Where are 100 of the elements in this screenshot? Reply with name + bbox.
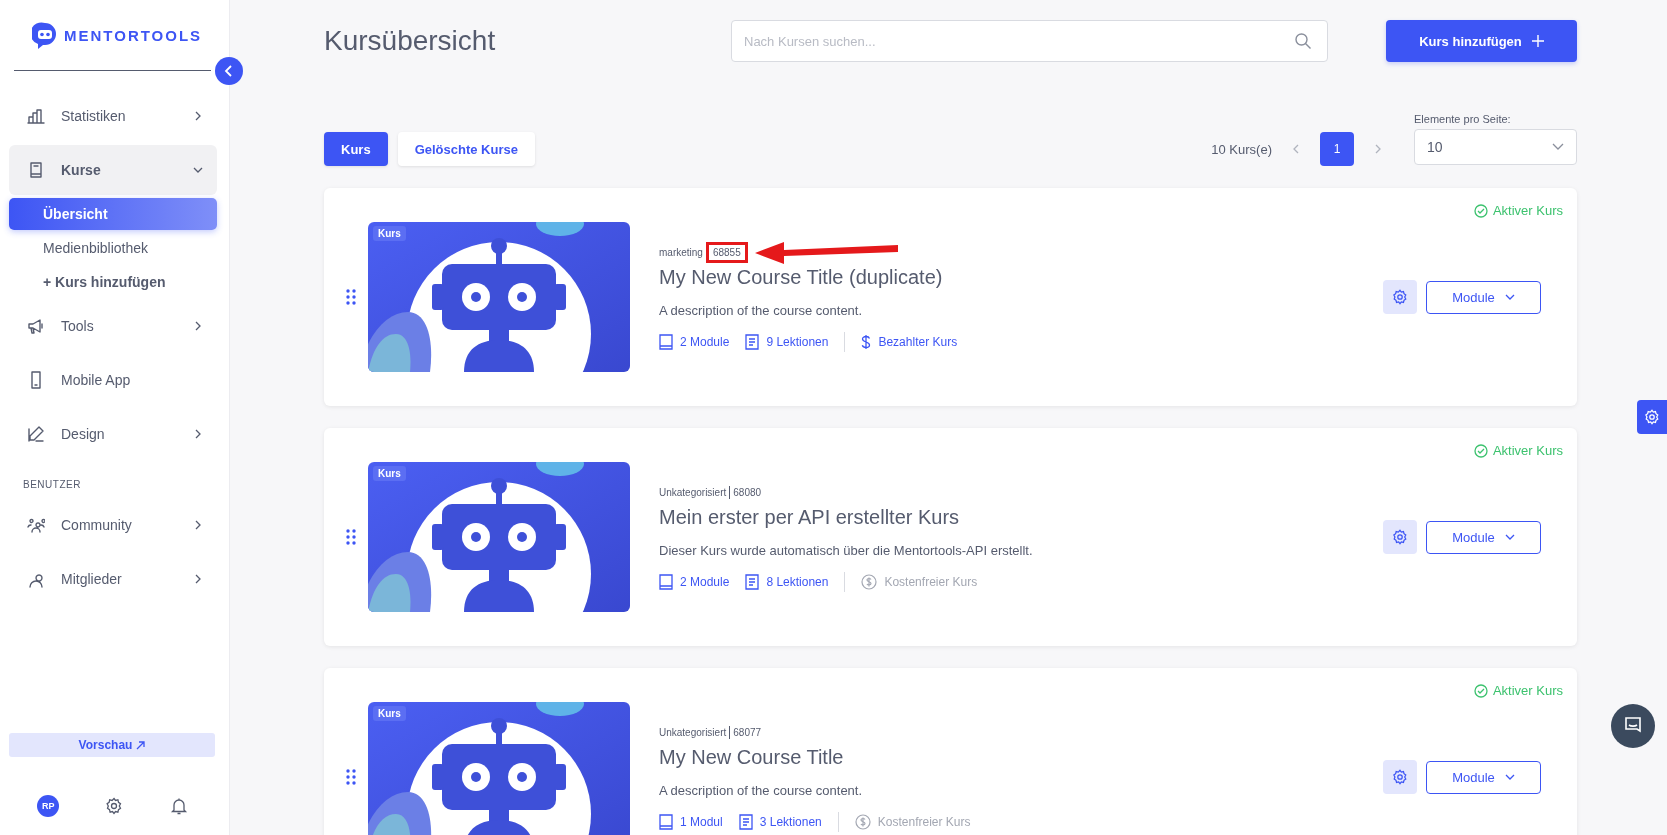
document-icon — [745, 334, 760, 350]
lesson-count[interactable]: 3 Lektionen — [738, 814, 822, 830]
chevron-right-icon — [193, 574, 203, 584]
course-description: A description of the course content. — [659, 303, 864, 318]
nav-item[interactable]: Design — [9, 409, 217, 459]
submenu-item[interactable]: + Kurs hinzufügen — [9, 266, 217, 298]
dollar-circle-icon — [854, 814, 871, 830]
logo-robot-icon — [32, 21, 58, 49]
module-count[interactable]: 2 Module — [659, 334, 730, 350]
settings-icon — [1392, 289, 1408, 305]
external-arrow-icon — [136, 740, 146, 750]
pencil-icon — [27, 425, 45, 443]
chevron-right-icon — [193, 429, 203, 439]
thumbnail-label: Kurs — [373, 706, 406, 721]
nav-item[interactable]: Tools — [9, 301, 217, 351]
chevron-right-icon — [193, 520, 203, 530]
status-label: Aktiver Kurs — [1473, 683, 1563, 698]
settings-icon — [1392, 529, 1408, 545]
drag-handle-icon[interactable] — [346, 769, 356, 785]
pricing-label: Kostenfreier Kurs — [854, 814, 971, 830]
search-icon — [1294, 32, 1312, 50]
add-course-button[interactable]: Kurs hinzufügen — [1386, 20, 1577, 62]
settings-icon[interactable] — [105, 797, 124, 815]
page-title: Kursübersicht — [324, 25, 497, 57]
course-category: Unkategorisiert — [659, 486, 727, 498]
course-title: Mein erster per API erstellter Kurs — [659, 506, 961, 529]
status-label: Aktiver Kurs — [1473, 203, 1563, 218]
chat-button[interactable] — [1611, 704, 1655, 748]
modules-dropdown-button[interactable]: Module — [1426, 760, 1541, 794]
highlighted-course-id: 68855 — [705, 241, 748, 263]
book-icon — [659, 334, 673, 350]
drag-handle-icon[interactable] — [346, 529, 356, 545]
nav-item[interactable]: Mobile App — [9, 355, 217, 405]
tab[interactable]: Gelöschte Kurse — [397, 132, 535, 166]
settings-icon — [1392, 769, 1408, 785]
pricing-label: Bezahlter Kurs — [861, 334, 958, 350]
module-count[interactable]: 2 Module — [659, 574, 730, 590]
section-heading: BENUTZER — [22, 478, 82, 492]
course-description: A description of the course content. — [659, 783, 864, 798]
megaphone-icon — [27, 317, 45, 335]
nav-item[interactable]: Kurse — [9, 145, 217, 195]
chevron-right-icon — [193, 321, 203, 331]
check-circle-icon — [1473, 203, 1488, 218]
chevron-down-icon — [193, 165, 203, 175]
course-title: My New Course Title — [659, 746, 845, 769]
per-page-label: Elemente pro Seite: — [1414, 113, 1512, 125]
lesson-count[interactable]: 9 Lektionen — [745, 334, 829, 350]
settings-tab-button[interactable] — [1637, 400, 1667, 434]
chevron-down-icon — [1504, 774, 1515, 780]
dollar-icon — [861, 334, 872, 350]
bell-icon[interactable] — [169, 797, 188, 815]
check-circle-icon — [1473, 443, 1488, 458]
chevron-down-icon — [1504, 534, 1515, 540]
chevron-left-icon — [224, 65, 234, 77]
modules-dropdown-button[interactable]: Module — [1426, 520, 1541, 554]
submenu-item[interactable]: Übersicht — [9, 198, 217, 230]
plus-icon — [1531, 35, 1544, 47]
nav-item[interactable]: Community — [9, 500, 217, 550]
course-category: Unkategorisiert — [659, 726, 727, 738]
course-description: Dieser Kurs wurde automatisch über die Mentortools-API erstellt. — [659, 543, 1034, 558]
preview-button[interactable]: Vorschau — [9, 733, 215, 757]
book-icon — [659, 574, 673, 590]
thumbnail-label: Kurs — [373, 226, 406, 241]
dollar-circle-icon — [861, 574, 878, 590]
course-category: marketing — [659, 246, 703, 258]
nav-item[interactable]: Mitglieder — [9, 554, 217, 604]
chevron-down-icon — [1504, 294, 1515, 300]
status-label: Aktiver Kurs — [1473, 443, 1563, 458]
logo-text: MENTORTOOLS — [64, 26, 203, 44]
course-count: 10 Kurs(e) — [1211, 141, 1272, 157]
course-settings-button[interactable] — [1383, 760, 1417, 794]
user-avatar[interactable]: RP — [37, 795, 60, 817]
check-circle-icon — [1473, 683, 1488, 698]
nav-item[interactable]: Statistiken — [9, 91, 217, 141]
modules-dropdown-button[interactable]: Module — [1426, 280, 1541, 314]
module-count[interactable]: 1 Modul — [659, 814, 723, 830]
course-title: My New Course Title (duplicate) — [659, 266, 944, 289]
document-icon — [745, 574, 760, 590]
book-icon — [659, 814, 673, 830]
course-id: 68080 — [729, 485, 765, 499]
tab[interactable]: Kurs — [324, 132, 388, 166]
course-settings-button[interactable] — [1383, 520, 1417, 554]
pricing-label: Kostenfreier Kurs — [861, 574, 978, 590]
lesson-count[interactable]: 8 Lektionen — [745, 574, 829, 590]
document-icon — [738, 814, 753, 830]
collapse-sidebar-button[interactable] — [215, 57, 243, 85]
page-button[interactable]: 1 — [1320, 132, 1354, 166]
chevron-down-icon — [1552, 143, 1564, 151]
submenu-item[interactable]: Medienbibliothek — [9, 232, 217, 264]
book-icon — [27, 161, 45, 179]
chevron-right-icon — [193, 111, 203, 121]
course-id: 68077 — [729, 725, 765, 739]
per-page-select[interactable]: 10 — [1414, 129, 1577, 165]
bar-chart-icon — [27, 107, 45, 125]
course-settings-button[interactable] — [1383, 280, 1417, 314]
settings-icon — [1644, 409, 1660, 425]
drag-handle-icon[interactable] — [346, 289, 356, 305]
thumbnail-label: Kurs — [373, 466, 406, 481]
people-icon — [27, 516, 45, 534]
search-field[interactable]: Nach Kursen suchen... — [731, 20, 1328, 62]
